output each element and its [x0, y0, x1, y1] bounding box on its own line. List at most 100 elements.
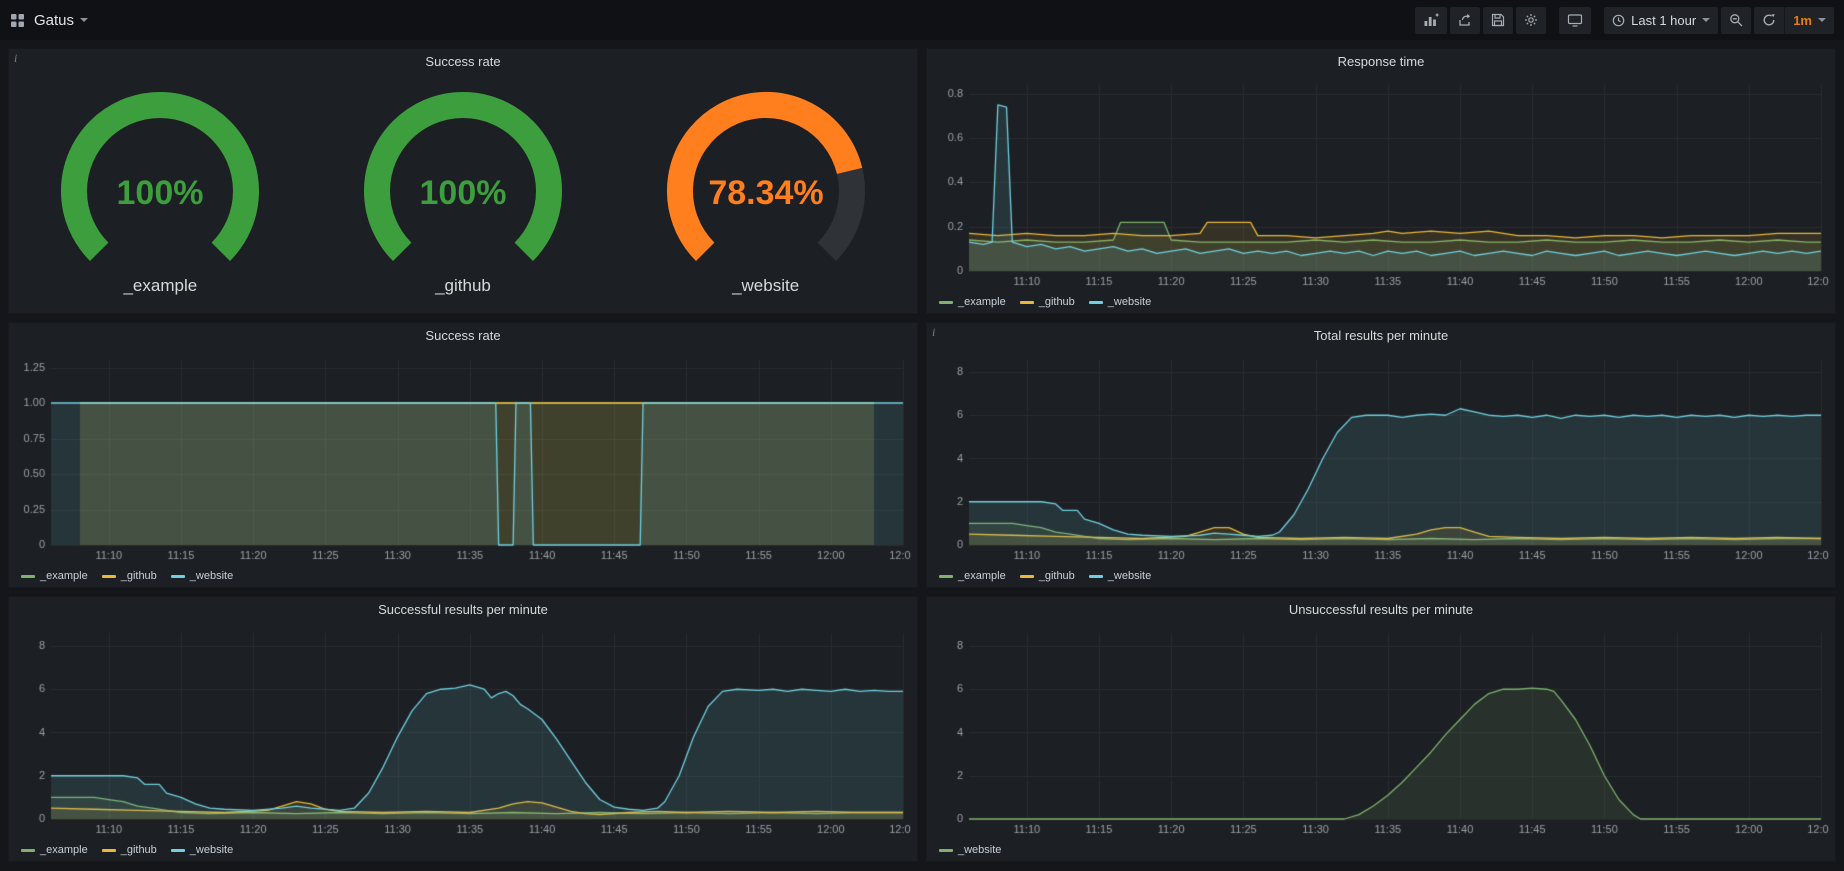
legend-item-_github[interactable]: _github [1020, 570, 1075, 582]
series-color-swatch [939, 575, 953, 578]
series-name: _github [121, 844, 157, 856]
legend-item-_website[interactable]: _website [939, 844, 1001, 856]
series-name: _example [958, 296, 1006, 308]
top-navbar: Gatus Last 1 hour [0, 0, 1844, 40]
dashboard-grid: i Success rate 100%_example100%_github78… [0, 40, 1844, 870]
series-name: _website [190, 570, 233, 582]
navbar-left: Gatus [10, 12, 88, 29]
panel-response-time: Response time _example _github _website [926, 48, 1836, 314]
total-results-chart[interactable] [933, 349, 1829, 565]
series-color-swatch [1020, 575, 1034, 578]
gauge-arc: 100% [35, 87, 285, 269]
panel-title[interactable]: Total results per minute [927, 323, 1835, 349]
gauge-label: _example [35, 276, 285, 296]
panel-title[interactable]: Response time [927, 49, 1835, 75]
legend-item-_example[interactable]: _example [21, 844, 88, 856]
panel-info-icon[interactable]: i [932, 325, 935, 340]
series-name: _website [190, 844, 233, 856]
series-color-swatch [21, 575, 35, 578]
panel-info-icon[interactable]: i [14, 51, 17, 66]
legend-item-_github[interactable]: _github [102, 570, 157, 582]
series-color-swatch [939, 849, 953, 852]
series-color-swatch [102, 849, 116, 852]
series-color-swatch [171, 575, 185, 578]
series-color-swatch [1089, 575, 1103, 578]
chart-area [927, 75, 1835, 291]
legend-item-_github[interactable]: _github [1020, 296, 1075, 308]
clock-icon [1612, 14, 1625, 27]
chevron-down-icon [1702, 18, 1710, 22]
panel-success-rate-gauges: i Success rate 100% _example 100%_github 78… [8, 48, 918, 314]
panel-title[interactable]: Unsuccessful results per minute [927, 597, 1835, 623]
success-rate-chart[interactable] [15, 349, 911, 565]
refresh-icon [1762, 13, 1776, 27]
dashboard-title-text: Gatus [34, 12, 74, 29]
series-name: _example [40, 844, 88, 856]
apps-grid-icon[interactable] [10, 13, 25, 28]
legend-item-_example[interactable]: _example [21, 570, 88, 582]
panel-title[interactable]: Success rate [9, 49, 917, 75]
save-icon [1491, 13, 1505, 27]
series-color-swatch [1020, 301, 1034, 304]
panel-total-results: i Total results per minute _example _gith… [926, 322, 1836, 588]
gauge-value: 78.34% [708, 174, 823, 212]
gauge-_github: 100%_github [338, 87, 588, 296]
series-name: _website [958, 844, 1001, 856]
refresh-controls: 1m [1754, 7, 1834, 34]
refresh-interval-picker[interactable]: 1m [1784, 7, 1834, 34]
settings-gear-icon [1524, 13, 1538, 27]
chevron-down-icon [1818, 18, 1826, 22]
chart-area [927, 623, 1835, 839]
legend-item-_example[interactable]: _example [939, 570, 1006, 582]
settings-button[interactable] [1516, 7, 1546, 34]
gauge-_website: 78.34% _website [641, 87, 891, 296]
chevron-down-icon [80, 18, 88, 22]
share-button[interactable] [1450, 7, 1480, 34]
gauge-arc: 78.34% [641, 87, 891, 269]
panel-actions-group [1412, 7, 1546, 34]
series-name: _github [1039, 296, 1075, 308]
panel-successful-results: Successful results per minute _example _g… [8, 596, 918, 862]
refresh-button[interactable] [1754, 7, 1784, 34]
panel-title[interactable]: Success rate [9, 323, 917, 349]
series-color-swatch [102, 575, 116, 578]
legend-item-_website[interactable]: _website [171, 844, 233, 856]
chart-area [9, 349, 917, 565]
legend-item-_website[interactable]: _website [1089, 296, 1151, 308]
response-time-chart[interactable] [933, 75, 1829, 291]
dashboard-title[interactable]: Gatus [34, 12, 88, 29]
chart-legend: _example _github _website [9, 839, 917, 861]
series-name: _example [958, 570, 1006, 582]
series-color-swatch [939, 301, 953, 304]
gauge-value: 100% [117, 174, 204, 212]
time-range-label: Last 1 hour [1631, 13, 1696, 28]
save-button[interactable] [1483, 7, 1513, 34]
legend-item-_github[interactable]: _github [102, 844, 157, 856]
series-name: _github [121, 570, 157, 582]
share-icon [1458, 13, 1472, 27]
unsuccessful-results-chart[interactable] [933, 623, 1829, 839]
time-range-picker[interactable]: Last 1 hour [1604, 7, 1718, 34]
time-controls-group: Last 1 hour 1m [1601, 7, 1834, 34]
navbar-right: Last 1 hour 1m [1402, 7, 1834, 34]
zoom-out-button[interactable] [1721, 7, 1751, 34]
tv-mode-button[interactable] [1559, 7, 1591, 34]
series-color-swatch [21, 849, 35, 852]
legend-item-_website[interactable]: _website [1089, 570, 1151, 582]
chart-area [9, 623, 917, 839]
add-panel-button[interactable] [1415, 7, 1447, 34]
gauge-arc: 100% [338, 87, 588, 269]
tv-mode-group [1556, 7, 1591, 34]
gauge-value: 100% [420, 174, 507, 212]
series-color-swatch [171, 849, 185, 852]
chart-legend: _website [927, 839, 1835, 861]
panel-success-rate-timeseries: Success rate _example _github _website [8, 322, 918, 588]
zoom-out-icon [1729, 13, 1743, 27]
gauge-label: _website [641, 276, 891, 296]
series-name: _example [40, 570, 88, 582]
legend-item-_example[interactable]: _example [939, 296, 1006, 308]
legend-item-_website[interactable]: _website [171, 570, 233, 582]
panel-title[interactable]: Successful results per minute [9, 597, 917, 623]
successful-results-chart[interactable] [15, 623, 911, 839]
panel-unsuccessful-results: Unsuccessful results per minute _website [926, 596, 1836, 862]
